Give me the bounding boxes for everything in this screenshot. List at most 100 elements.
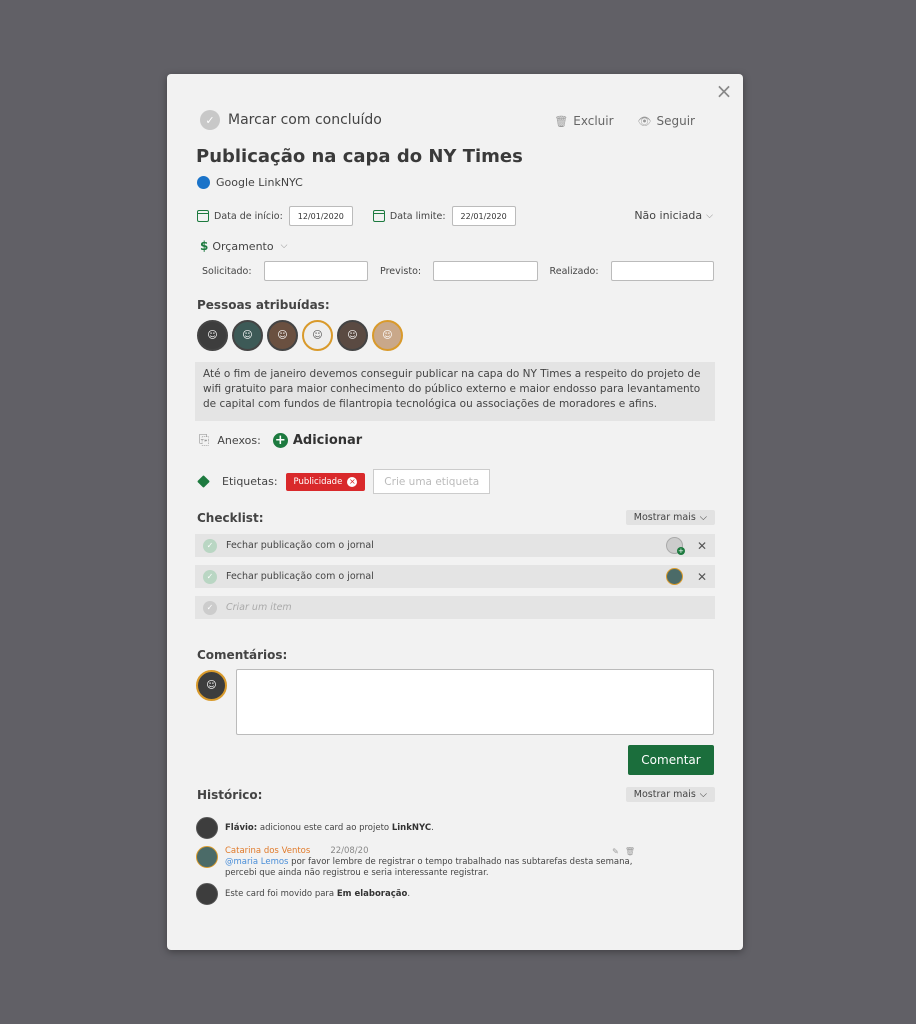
tag-icon xyxy=(197,475,210,488)
top-actions: 🗑 Excluir 👁 Seguir xyxy=(554,114,695,128)
due-date-input[interactable]: 22/01/2020 xyxy=(451,206,516,226)
history-comment-header: Catarina dos Ventos 22/08/20 ✎ 🗑 xyxy=(225,846,635,857)
status-label: Não iniciada xyxy=(634,209,703,222)
history-text: Flávio: adicionou este card ao projeto L… xyxy=(225,817,434,833)
close-icon[interactable]: ✕ xyxy=(697,539,707,553)
comments-title: Comentários: xyxy=(197,648,288,662)
calendar-icon xyxy=(197,210,209,222)
checklist-show-more-button[interactable]: Mostrar mais ⌵ xyxy=(625,510,715,525)
comment-button[interactable]: Comentar xyxy=(628,745,714,775)
history-action: Este card foi movido para xyxy=(225,889,337,899)
history-entry: Este card foi movido para Em elaboração. xyxy=(196,883,410,905)
calendar-icon xyxy=(372,210,385,222)
chevron-down-icon: ⌵ xyxy=(706,210,713,221)
history-punct: . xyxy=(407,889,411,899)
planned-input[interactable] xyxy=(433,261,538,281)
due-date-label: Data limite: xyxy=(389,210,446,222)
mark-done-button[interactable]: ✓ Marcar com concluído xyxy=(200,110,382,130)
history-comment: Catarina dos Ventos 22/08/20 ✎ 🗑 @maria … xyxy=(196,846,635,879)
paperclip-icon: ⎘ xyxy=(199,433,210,448)
task-description[interactable]: Até o fim de janeiro devemos conseguir p… xyxy=(195,362,715,421)
budget-toggle[interactable]: $ Orçamento ⌵ xyxy=(200,239,287,253)
follow-label: Seguir xyxy=(656,114,696,128)
checklist-item-label: Fechar publicação com o jornal xyxy=(226,571,374,582)
history-comment-body: Catarina dos Ventos 22/08/20 ✎ 🗑 @maria … xyxy=(225,846,635,879)
close-icon[interactable]: ✕ xyxy=(697,570,707,584)
dates-row: Data de início: 12/01/2020 Data limite: … xyxy=(197,206,516,226)
check-icon[interactable]: ✓ xyxy=(203,538,217,553)
requested-input[interactable] xyxy=(263,261,369,281)
create-checklist-item[interactable]: ✓ Criar um item xyxy=(195,596,715,619)
avatar[interactable]: ☺ xyxy=(372,320,403,351)
new-tag-input[interactable]: Crie uma etiqueta xyxy=(373,469,491,494)
trash-icon[interactable]: 🗑 xyxy=(625,846,635,857)
history-show-more-button[interactable]: Mostrar mais ⌵ xyxy=(625,787,715,802)
avatar[interactable]: ☺ xyxy=(232,320,263,351)
budget-fields: Solicitado: Previsto: Realizado: xyxy=(202,261,714,281)
tags-label: Etiquetas: xyxy=(222,475,278,488)
history-text: Este card foi movido para Em elaboração. xyxy=(225,883,410,899)
tags-row: Etiquetas: Publicidade × Crie uma etique… xyxy=(197,469,491,494)
edit-icon[interactable]: ✎ xyxy=(612,846,619,857)
checklist-title: Checklist: xyxy=(197,511,264,525)
check-icon: ✓ xyxy=(200,110,220,130)
chevron-down-icon: ⌵ xyxy=(280,241,288,251)
realized-input[interactable] xyxy=(610,261,714,281)
attachments-row: ⎘ Anexos: + Adicionar xyxy=(199,433,362,448)
comment-text: @maria Lemos por favor lembre de registr… xyxy=(225,857,635,879)
start-date-label: Data de início: xyxy=(214,210,283,222)
check-icon[interactable]: ✓ xyxy=(203,569,217,584)
checklist-item[interactable]: ✓ Fechar publicação com o jornal ✕ xyxy=(195,565,715,588)
checklist-item-label: Fechar publicação com o jornal xyxy=(226,540,374,551)
close-icon[interactable]: × xyxy=(715,81,733,101)
tag-label: Publicidade xyxy=(293,476,343,487)
client-color-icon xyxy=(197,176,210,189)
trash-icon: 🗑 xyxy=(554,114,569,128)
avatar xyxy=(196,817,218,839)
add-attachment-label: Adicionar xyxy=(292,433,363,448)
history-action: adicionou este card ao projeto xyxy=(257,823,392,833)
comment-date: 22/08/20 xyxy=(330,846,369,856)
avatar xyxy=(196,883,218,905)
eye-icon: 👁 xyxy=(637,114,652,128)
avatar[interactable]: ☺ xyxy=(337,320,368,351)
avatar[interactable] xyxy=(665,568,683,585)
history-entry: Flávio: adicionou este card ao projeto L… xyxy=(196,817,434,839)
remove-tag-icon[interactable]: × xyxy=(347,476,358,487)
avatar xyxy=(196,846,218,868)
comment-input[interactable] xyxy=(236,669,714,735)
attachments-label: Anexos: xyxy=(217,434,261,447)
history-target: Em elaboração xyxy=(336,889,408,899)
follow-button[interactable]: 👁 Seguir xyxy=(638,114,695,128)
assign-user-icon[interactable]: + xyxy=(665,537,685,555)
delete-label: Excluir xyxy=(573,114,614,128)
mention-link[interactable]: @maria Lemos xyxy=(225,857,288,867)
task-modal: × ✓ Marcar com concluído 🗑 Excluir 👁 Seg… xyxy=(167,74,743,950)
requested-label: Solicitado: xyxy=(202,265,252,277)
avatar[interactable]: ☺ xyxy=(302,320,333,351)
chevron-down-icon: ⌵ xyxy=(699,789,707,800)
client-tag[interactable]: Google LinkNYC xyxy=(197,176,303,189)
task-title[interactable]: Publicação na capa do NY Times xyxy=(196,146,523,167)
planned-label: Previsto: xyxy=(380,265,422,277)
check-icon: ✓ xyxy=(203,600,217,615)
start-date-input[interactable]: 12/01/2020 xyxy=(288,206,353,226)
status-dropdown[interactable]: Não iniciada ⌵ xyxy=(634,209,713,222)
people-title: Pessoas atribuídas: xyxy=(197,298,330,312)
delete-button[interactable]: 🗑 Excluir xyxy=(554,114,613,128)
realized-label: Realizado: xyxy=(549,265,599,277)
chevron-down-icon: ⌵ xyxy=(699,512,707,523)
history-title: Histórico: xyxy=(197,788,263,802)
mark-done-label: Marcar com concluído xyxy=(228,112,382,128)
tag-publicidade[interactable]: Publicidade × xyxy=(285,472,366,491)
checklist-item[interactable]: ✓ Fechar publicação com o jornal + ✕ xyxy=(195,534,715,557)
client-name: Google LinkNYC xyxy=(216,176,303,189)
show-more-label: Mostrar mais xyxy=(633,512,696,523)
add-attachment-button[interactable]: + Adicionar xyxy=(272,433,363,448)
commenter-name[interactable]: Catarina dos Ventos xyxy=(225,846,310,857)
history-project[interactable]: LinkNYC xyxy=(392,823,431,833)
avatar[interactable]: ☺ xyxy=(197,320,228,351)
avatar: ☺ xyxy=(196,670,227,701)
plus-icon: + xyxy=(272,433,288,448)
avatar[interactable]: ☺ xyxy=(267,320,298,351)
